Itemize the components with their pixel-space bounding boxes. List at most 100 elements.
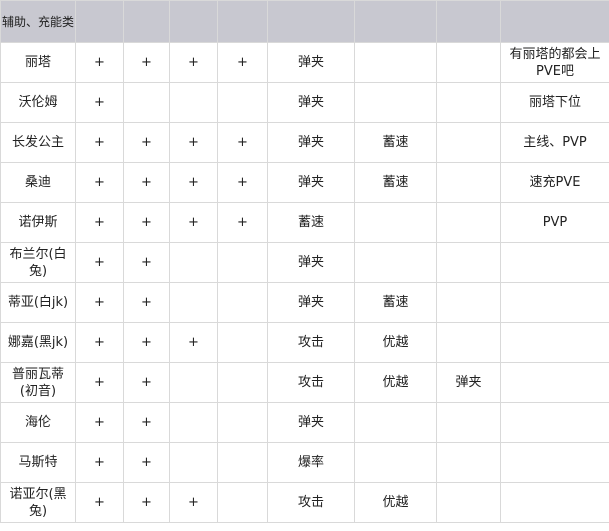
skill3-cell — [436, 442, 501, 483]
character-name-cell: 马斯特 — [0, 442, 76, 483]
star4-cell — [217, 442, 268, 483]
table-row: 布兰尔(白兔) + + 弹夹 — [0, 242, 609, 283]
character-name-cell: 丽塔 — [0, 42, 76, 83]
note-cell: 主线、PVP — [500, 122, 609, 163]
star2-cell: + — [123, 362, 170, 403]
skill1-cell: 爆率 — [267, 442, 355, 483]
skill3-cell — [436, 162, 501, 203]
star1-cell: + — [75, 42, 124, 83]
table-row: 长发公主 + + + + 弹夹 蓄速 主线、PVP — [0, 122, 609, 163]
table-row: 沃伦姆 + 弹夹 丽塔下位 — [0, 82, 609, 123]
star3-cell — [169, 82, 218, 123]
skill2-cell — [354, 242, 437, 283]
star3-cell — [169, 442, 218, 483]
star2-cell — [123, 82, 170, 123]
category-header: 辅助、充能类 — [0, 0, 76, 43]
note-cell — [500, 362, 609, 403]
star3-cell — [169, 362, 218, 403]
skill2-cell — [354, 402, 437, 443]
skill1-cell: 蓄速 — [267, 202, 355, 243]
star4-cell: + — [217, 122, 268, 163]
star4-cell — [217, 482, 268, 523]
star4-cell — [217, 402, 268, 443]
note-cell — [500, 322, 609, 363]
skill1-cell: 弹夹 — [267, 82, 355, 123]
table-row: 普丽瓦蒂(初音) + + 攻击 优越 弹夹 — [0, 362, 609, 403]
skill1-cell: 弹夹 — [267, 162, 355, 203]
star1-cell: + — [75, 402, 124, 443]
star2-cell: + — [123, 122, 170, 163]
star4-cell — [217, 82, 268, 123]
star4-cell: + — [217, 162, 268, 203]
star1-cell: + — [75, 482, 124, 523]
character-name-cell: 桑迪 — [0, 162, 76, 203]
skill2-cell: 优越 — [354, 362, 437, 403]
note-cell — [500, 482, 609, 523]
column-header — [217, 0, 268, 43]
skill3-cell — [436, 282, 501, 323]
note-cell — [500, 242, 609, 283]
note-cell — [500, 282, 609, 323]
table-row: 马斯特 + + 爆率 — [0, 442, 609, 483]
character-name-cell: 蒂亚(白jk) — [0, 282, 76, 323]
skill3-cell — [436, 202, 501, 243]
skill3-cell — [436, 42, 501, 83]
star1-cell: + — [75, 202, 124, 243]
table-row: 海伦 + + 弹夹 — [0, 402, 609, 443]
note-cell — [500, 442, 609, 483]
column-header — [169, 0, 218, 43]
character-name-cell: 海伦 — [0, 402, 76, 443]
table-row: 诺亚尔(黑兔) + + + 攻击 优越 — [0, 482, 609, 523]
star1-cell: + — [75, 322, 124, 363]
character-name-cell: 长发公主 — [0, 122, 76, 163]
star1-cell: + — [75, 82, 124, 123]
character-name-cell: 娜嘉(黑jk) — [0, 322, 76, 363]
skill1-cell: 弹夹 — [267, 242, 355, 283]
column-header — [123, 0, 170, 43]
star3-cell: + — [169, 202, 218, 243]
skill1-cell: 攻击 — [267, 322, 355, 363]
skill1-cell: 弹夹 — [267, 122, 355, 163]
table-row: 娜嘉(黑jk) + + + 攻击 优越 — [0, 322, 609, 363]
column-header — [436, 0, 501, 43]
star4-cell — [217, 242, 268, 283]
column-header — [75, 0, 124, 43]
skill3-cell — [436, 402, 501, 443]
character-name-cell: 诺伊斯 — [0, 202, 76, 243]
skill2-cell: 优越 — [354, 482, 437, 523]
skill2-cell — [354, 202, 437, 243]
skill2-cell — [354, 442, 437, 483]
star2-cell: + — [123, 482, 170, 523]
skill1-cell: 弹夹 — [267, 42, 355, 83]
star2-cell: + — [123, 242, 170, 283]
star1-cell: + — [75, 362, 124, 403]
skill2-cell: 蓄速 — [354, 282, 437, 323]
star2-cell: + — [123, 162, 170, 203]
star1-cell: + — [75, 442, 124, 483]
character-name-cell: 布兰尔(白兔) — [0, 242, 76, 283]
star4-cell — [217, 282, 268, 323]
star4-cell: + — [217, 202, 268, 243]
star3-cell: + — [169, 162, 218, 203]
star1-cell: + — [75, 242, 124, 283]
skill3-cell — [436, 82, 501, 123]
table-row: 蒂亚(白jk) + + 弹夹 蓄速 — [0, 282, 609, 323]
character-name-cell: 普丽瓦蒂(初音) — [0, 362, 76, 403]
star2-cell: + — [123, 42, 170, 83]
table-row: 桑迪 + + + + 弹夹 蓄速 速充PVE — [0, 162, 609, 203]
star4-cell — [217, 362, 268, 403]
star4-cell: + — [217, 42, 268, 83]
ranking-table: 辅助、充能类 丽塔 + + + + 弹夹 有丽塔的都会上PVE吧 沃伦姆 + 弹夹 丽塔下位 长发公主… — [0, 0, 609, 523]
skill2-cell: 蓄速 — [354, 162, 437, 203]
star1-cell: + — [75, 282, 124, 323]
skill2-cell — [354, 82, 437, 123]
skill1-cell: 攻击 — [267, 482, 355, 523]
character-name-cell: 沃伦姆 — [0, 82, 76, 123]
star2-cell: + — [123, 322, 170, 363]
table-row: 丽塔 + + + + 弹夹 有丽塔的都会上PVE吧 — [0, 42, 609, 83]
skill2-cell — [354, 42, 437, 83]
note-cell: 有丽塔的都会上PVE吧 — [500, 42, 609, 83]
star4-cell — [217, 322, 268, 363]
star3-cell — [169, 402, 218, 443]
skill3-cell — [436, 242, 501, 283]
